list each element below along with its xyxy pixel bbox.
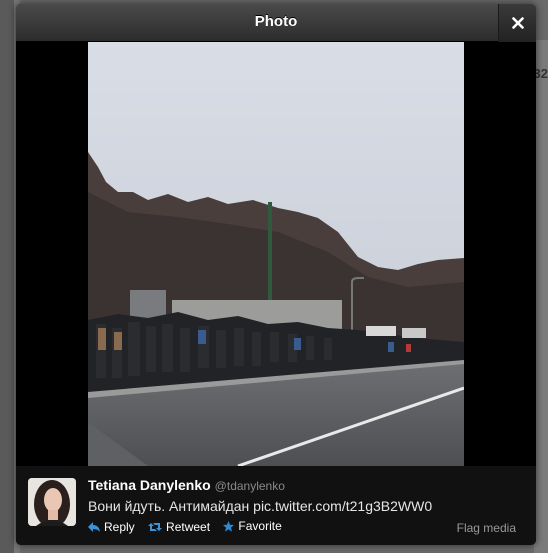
avatar-image	[28, 478, 76, 526]
tweet-text-body: Вони йдуть. Антимайдан	[88, 498, 250, 514]
favorite-button[interactable]: Favorite	[223, 519, 282, 533]
retweet-icon	[148, 522, 163, 531]
modal-header: Photo	[16, 4, 536, 42]
reply-label: Reply	[104, 519, 135, 534]
tweet-text: Вони йдуть. Антимайдан pic.twitter.com/t…	[88, 498, 432, 514]
author-screen-name[interactable]: @tdanylenko	[215, 479, 285, 493]
close-button[interactable]	[498, 4, 536, 42]
avatar[interactable]	[28, 478, 76, 526]
tweet-details: Tetiana Danylenko @tdanylenko Вони йдуть.…	[16, 466, 536, 545]
tweet-author[interactable]: Tetiana Danylenko @tdanylenko	[88, 477, 285, 493]
star-icon	[223, 520, 235, 532]
media-area	[16, 42, 536, 466]
photo-modal: Photo Tetiana Danylenko @tdanylenko Вони…	[16, 4, 536, 545]
photo-image	[88, 42, 464, 466]
author-full-name[interactable]: Tetiana Danylenko	[88, 477, 211, 493]
tweet-photo[interactable]	[88, 42, 464, 466]
tweet-actions: Reply Retweet Favorite	[88, 519, 292, 537]
favorite-label: Favorite	[238, 519, 282, 533]
retweet-label: Retweet	[166, 519, 211, 534]
retweet-button[interactable]: Retweet	[148, 520, 210, 534]
close-icon	[512, 17, 524, 29]
reply-button[interactable]: Reply	[88, 520, 135, 534]
flag-media-link[interactable]: Flag media	[457, 521, 516, 535]
page-backdrop-side	[534, 40, 548, 553]
tweet-media-link[interactable]: pic.twitter.com/t21g3B2WW0	[253, 498, 432, 514]
modal-title: Photo	[254, 13, 298, 30]
reply-icon	[88, 521, 100, 532]
